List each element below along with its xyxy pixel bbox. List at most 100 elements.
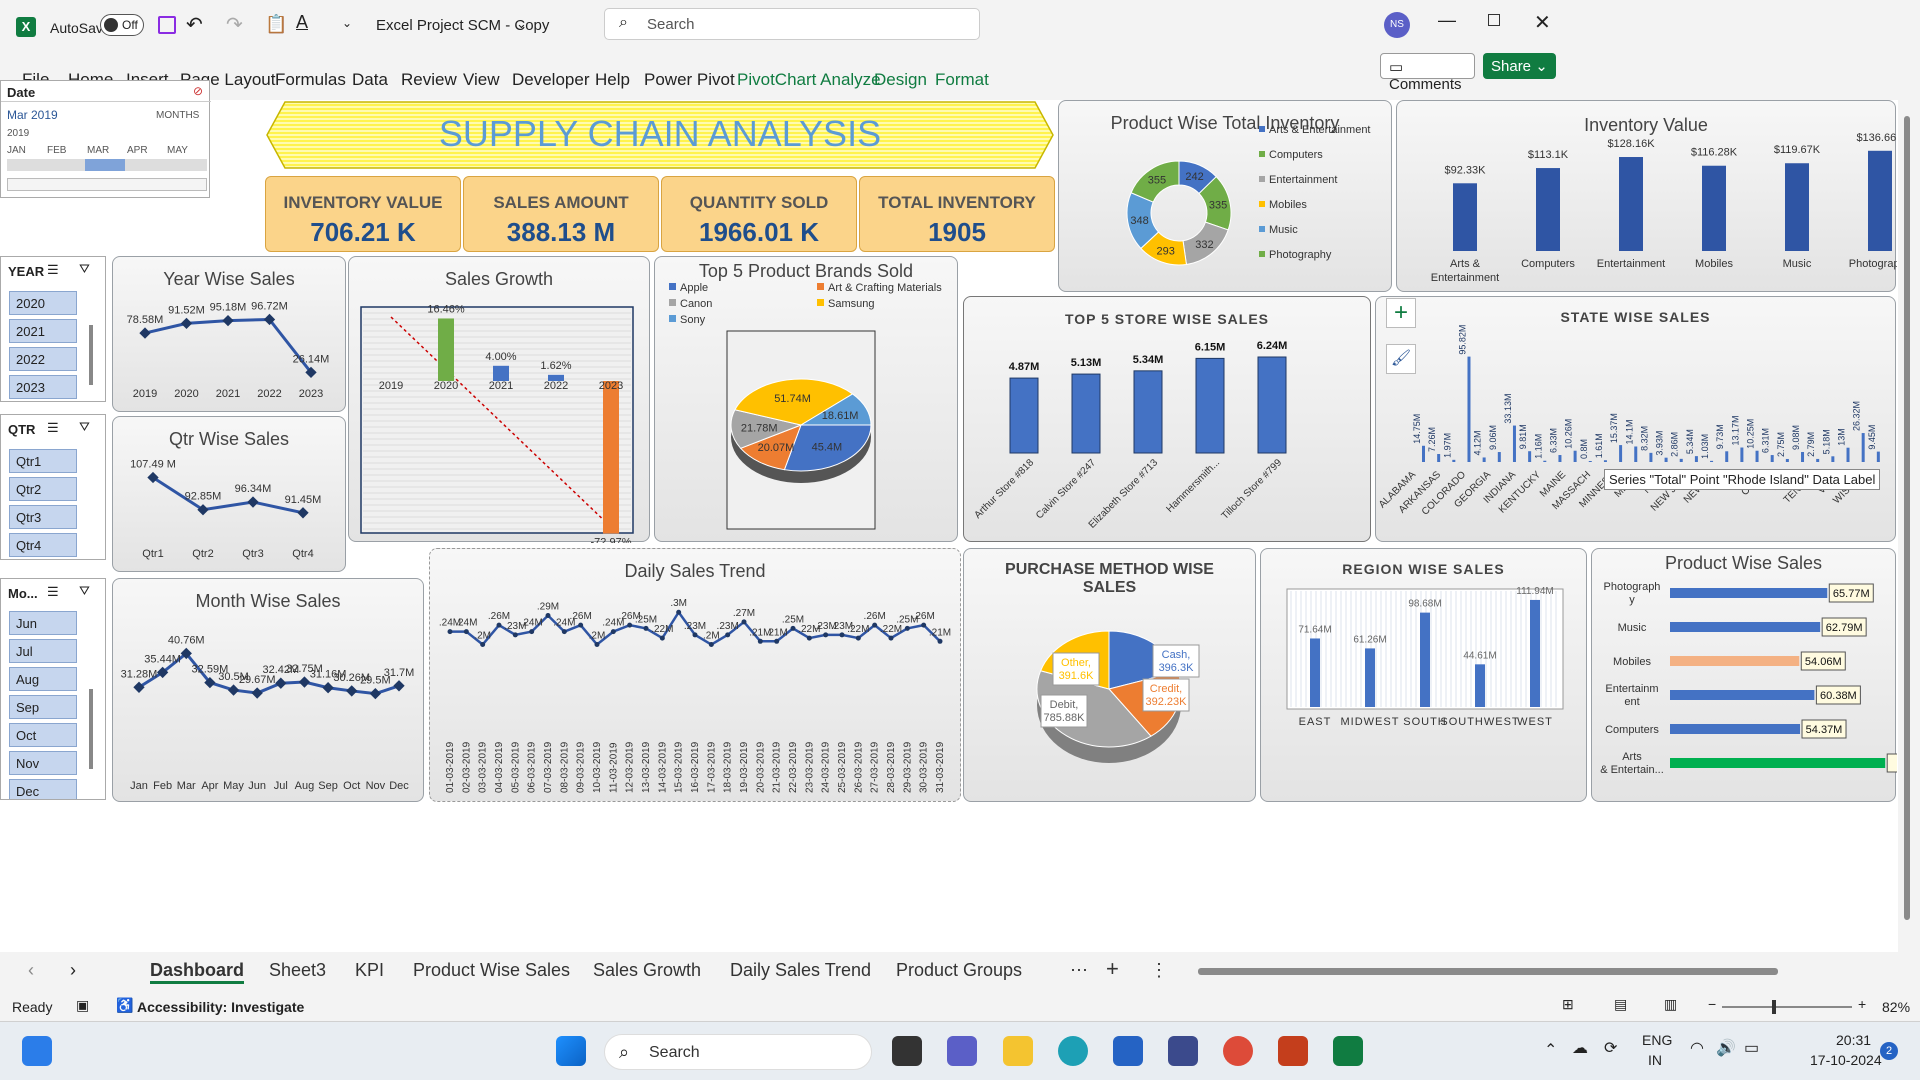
clear-filter-icon[interactable]: ⊘	[193, 84, 203, 98]
chart-styles-button[interactable]: 🖌	[1386, 344, 1416, 374]
multi-select-icon[interactable]: ☰	[47, 584, 59, 600]
more-sheets-icon[interactable]: ⋯	[1070, 960, 1088, 981]
volume-icon[interactable]: 🔊	[1716, 1038, 1736, 1058]
slicer-item[interactable]: Dec	[9, 779, 77, 799]
redo-icon[interactable]: ↷	[226, 12, 243, 37]
sheet-tab[interactable]: Sales Growth	[593, 960, 701, 981]
minimize-icon[interactable]: —	[1438, 10, 1456, 31]
year-slicer[interactable]: YEAR ☰ ⛛ 2020 2021 2022 2023	[0, 256, 106, 402]
slicer-item[interactable]: Qtr2	[9, 477, 77, 501]
clear-filter-icon[interactable]: ⛛	[79, 583, 90, 599]
top-brands-panel[interactable]: Top 5 Product Brands Sold Apple Art & Craf…	[654, 256, 958, 542]
zoom-in-icon[interactable]: +	[1858, 996, 1866, 1012]
accessibility-status[interactable]: Accessibility: Investigate	[137, 999, 304, 1015]
language-line1[interactable]: ENG	[1642, 1032, 1672, 1048]
slicer-item[interactable]: Aug	[9, 667, 77, 691]
share-button[interactable]: Share ⌄	[1483, 53, 1556, 79]
tab-developer[interactable]: Developer	[512, 70, 590, 90]
sync-icon[interactable]: ⟳	[1604, 1038, 1617, 1058]
page-layout-view-icon[interactable]: ▤	[1614, 996, 1627, 1013]
slicer-item[interactable]: Jul	[9, 639, 77, 663]
multi-select-icon[interactable]: ☰	[47, 420, 59, 436]
zoom-out-icon[interactable]: −	[1708, 996, 1716, 1012]
file-explorer-icon[interactable]	[1003, 1036, 1033, 1066]
sheet-tab[interactable]: Sheet3	[269, 960, 326, 981]
slicer-item[interactable]: Sep	[9, 695, 77, 719]
tab-formulas[interactable]: Formulas	[275, 70, 346, 90]
product-inventory-panel[interactable]: Product Wise Total Inventory 242 335 332 293…	[1058, 100, 1392, 292]
close-icon[interactable]: ✕	[1534, 10, 1551, 35]
tab-review[interactable]: Review	[401, 70, 457, 90]
onedrive-icon[interactable]: ☁	[1572, 1038, 1588, 1058]
clear-filter-icon[interactable]: ⛛	[79, 419, 90, 435]
customize-qat-icon[interactable]: ⌄	[342, 16, 352, 30]
page-break-view-icon[interactable]: ▥	[1664, 996, 1677, 1013]
normal-view-icon[interactable]: ⊞	[1562, 996, 1574, 1013]
slicer-item[interactable]: Qtr3	[9, 505, 77, 529]
prev-sheet-icon[interactable]: ‹	[28, 960, 34, 981]
start-icon[interactable]	[556, 1036, 586, 1066]
taskbar-search[interactable]: ⌕ Search	[604, 1034, 872, 1070]
slicer-item[interactable]: 2022	[9, 347, 77, 371]
vertical-scrollbar[interactable]	[1900, 100, 1914, 952]
sheet-tab[interactable]: KPI	[355, 960, 384, 981]
region-sales-panel[interactable]: REGION WISE SALES 71.64M EAST 61.26M MIDWEST…	[1260, 548, 1587, 802]
task-view-icon[interactable]	[892, 1036, 922, 1066]
qtr-slicer[interactable]: QTR ☰ ⛛ Qtr1 Qtr2 Qtr3 Qtr4	[0, 414, 106, 560]
avatar[interactable]: NS	[1384, 12, 1410, 38]
tab-design[interactable]: Design	[874, 70, 927, 90]
month-slicer[interactable]: Mo... ☰ ⛛ Jun Jul Aug Sep Oct Nov Dec	[0, 578, 106, 800]
qtr-sales-panel[interactable]: Qtr Wise Sales 107.49 M Qtr1 92.85M Qtr2 96.3…	[112, 416, 346, 572]
restore-icon[interactable]	[1488, 14, 1500, 26]
sheet-options-icon[interactable]: ⋮	[1150, 960, 1168, 981]
slicer-item[interactable]: Qtr1	[9, 449, 77, 473]
notification-badge[interactable]: 2	[1880, 1042, 1898, 1060]
tab-view[interactable]: View	[463, 70, 500, 90]
next-sheet-icon[interactable]: ›	[70, 960, 76, 981]
tab-pivotchart-analyze[interactable]: PivotChart Analyze	[737, 70, 881, 90]
chrome-icon[interactable]	[1223, 1036, 1253, 1066]
sheet-tab[interactable]: Product Wise Sales	[413, 960, 570, 981]
tab-help[interactable]: Help	[595, 70, 630, 90]
month-sales-panel[interactable]: Month Wise Sales 31.28M Jan 35.44M Feb 40.76M…	[112, 578, 424, 802]
timeline-scrollbar[interactable]	[7, 178, 207, 191]
clipboard-icon[interactable]: 📋	[265, 14, 287, 35]
purchase-method-panel[interactable]: PURCHASE METHOD WISE SALES Cash, 396.3K Cre…	[963, 548, 1256, 802]
slicer-item[interactable]: Nov	[9, 751, 77, 775]
app-icon[interactable]	[1168, 1036, 1198, 1066]
sales-growth-panel[interactable]: Sales Growth 2019 16.46% 2020 4.00% 2021 1.62%…	[348, 256, 650, 543]
timeline-selection[interactable]	[85, 159, 125, 171]
autosave-toggle[interactable]: Off	[100, 14, 144, 36]
store-sales-panel[interactable]: TOP 5 STORE WISE SALES 4.87M Arthur Store …	[963, 296, 1371, 542]
teams-icon[interactable]	[947, 1036, 977, 1066]
language-line2[interactable]: IN	[1648, 1052, 1662, 1068]
clear-filter-icon[interactable]: ⛛	[79, 261, 90, 277]
slicer-item[interactable]: 2021	[9, 319, 77, 343]
sheet-tab-dashboard[interactable]: Dashboard	[150, 960, 245, 984]
slicer-item[interactable]: 2023	[9, 375, 77, 399]
zoom-slider[interactable]	[1722, 1000, 1852, 1014]
multi-select-icon[interactable]: ☰	[47, 262, 59, 278]
chevron-down-icon[interactable]: ⌄	[516, 16, 527, 32]
zoom-level[interactable]: 82%	[1882, 999, 1910, 1015]
slicer-item[interactable]: Qtr4	[9, 533, 77, 557]
font-color-icon[interactable]: A	[296, 12, 308, 33]
slicer-scrollbar[interactable]	[89, 325, 93, 385]
macro-record-icon[interactable]: ▣	[76, 997, 89, 1014]
inventory-value-panel[interactable]: Inventory Value $92.33K Arts & Entertainmen…	[1396, 100, 1897, 292]
battery-icon[interactable]: ▭	[1744, 1038, 1759, 1058]
tab-data[interactable]: Data	[352, 70, 388, 90]
state-sales-panel[interactable]: STATE WISE SALES 14.75M 7.26M 1.97M 95.82M 4.…	[1375, 296, 1896, 542]
powerpoint-icon[interactable]	[1278, 1036, 1308, 1066]
year-sales-panel[interactable]: Year Wise Sales 78.58M 2019 91.52M 2020 95.18…	[112, 256, 346, 412]
clock-date[interactable]: 17-10-2024	[1810, 1052, 1882, 1068]
tab-format[interactable]: Format	[935, 70, 989, 90]
chart-elements-button[interactable]: +	[1386, 298, 1416, 328]
tab-power-pivot[interactable]: Power Pivot	[644, 70, 735, 90]
wifi-icon[interactable]: ◠	[1690, 1038, 1704, 1058]
date-timeline-slicer[interactable]: Date ⊘ Mar 2019 MONTHS 2019 JAN FEB MAR …	[0, 80, 211, 198]
horizontal-scrollbar[interactable]	[1180, 964, 1892, 978]
save-icon[interactable]	[158, 16, 176, 34]
widgets-icon[interactable]	[22, 1036, 52, 1066]
search-box[interactable]: ⌕ Search	[604, 8, 980, 40]
